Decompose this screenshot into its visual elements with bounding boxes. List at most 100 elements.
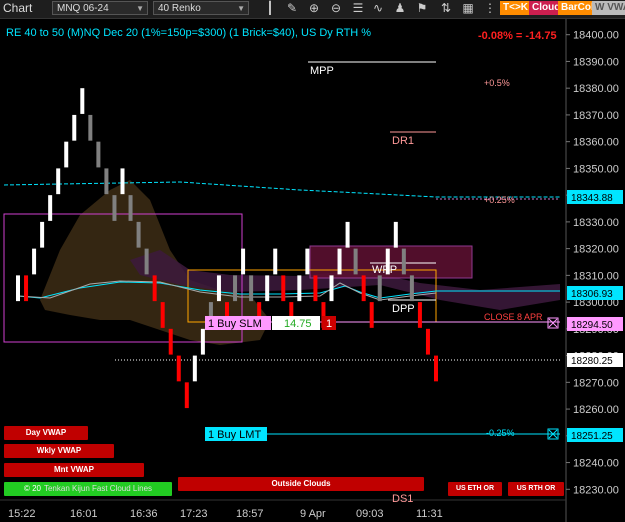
price-flag-last-white: 18280.25 [567,353,623,367]
renko-brick [273,248,278,275]
y-tick-label: 18310.00 [573,270,619,282]
x-tick-label: 16:36 [130,508,158,520]
renko-brick [401,248,406,275]
ds1-label: DS1 [392,493,413,505]
kijun-cloud-button[interactable]: © 20 Tenkan Kijun Fast Cloud Lines [4,482,172,496]
renko-brick [32,248,37,275]
svg-text:18294.50: 18294.50 [571,320,613,331]
y-tick-label: 18330.00 [573,217,619,229]
x-tick-label: 15:22 [8,508,36,520]
renko-brick [96,141,101,168]
renko-brick [305,248,310,275]
data-box-icon[interactable]: ▦ [460,1,476,16]
tk-button[interactable]: T<>K [500,1,532,15]
y-tick-label: 18320.00 [573,244,619,256]
outside-clouds-button[interactable]: Outside Clouds [178,477,424,491]
buy-slm-order[interactable]: 1 Buy SLM 14.75 1 [205,316,336,330]
renko-brick [144,248,149,275]
renko-brick [265,275,270,302]
svg-text:18343.88: 18343.88 [571,193,613,204]
bar-type-value: 40 Renko [158,3,201,14]
renko-brick [337,248,342,275]
buy-slm-qty: 1 [326,318,332,330]
renko-brick [128,195,133,221]
time-axis: 15:22 16:01 16:36 17:23 18:57 9 Apr 09:03 11:31 [0,499,566,520]
renko-brick [425,328,430,355]
zoom-in-icon[interactable]: ⊕ [306,1,322,16]
renko-brick [64,141,69,168]
renko-brick [216,275,221,302]
chevron-down-icon: ▼ [136,4,144,13]
x-tick-label: 18:57 [236,508,264,520]
chart-trader-icon[interactable]: ⇅ [438,1,454,16]
kijun-cloud-label: Tenkan Kijun Fast Cloud Lines [43,484,153,493]
copyright-text: © 20 [23,484,41,493]
renko-brick [409,275,414,302]
x-tick-label: 9 Apr [300,508,326,520]
us-rth-or-button[interactable]: US RTH OR [508,482,564,496]
chart-caption: RE 40 to 50 (M)NQ Dec 20 (1%=150p=$300) … [6,27,371,39]
pct-05-label: +0.5% [484,78,510,88]
barcol-button[interactable]: BarCol [558,1,597,15]
renko-brick [24,275,29,302]
renko-brick [241,248,246,275]
zoom-out-icon[interactable]: ⊖ [328,1,344,16]
menu-icon[interactable]: ⋮ [482,1,498,16]
y-tick-label: 18270.00 [573,377,619,389]
price-flag-close-pink: 18294.50 [567,317,623,331]
drawing-tool-icon[interactable]: ✎ [284,1,300,16]
y-tick-label: 18400.00 [573,30,619,42]
templates-icon[interactable]: ⚑ [414,1,430,16]
buy-lmt-order[interactable]: 1 Buy LMT [205,427,267,441]
w-vwap-button[interactable]: W VWA [592,1,625,15]
renko-brick [249,275,254,302]
svg-text:18280.25: 18280.25 [571,356,613,367]
y-tick-label: 18390.00 [573,56,619,68]
x-tick-label: 16:01 [70,508,98,520]
dr1-label: DR1 [392,135,414,147]
renko-brick [136,221,141,248]
indicators-icon[interactable]: ∿ [370,1,386,16]
bar-style-icon[interactable]: ┃ [262,1,278,16]
x-tick-label: 11:31 [416,508,443,520]
renko-brick [176,355,181,382]
bar-type-selector[interactable]: 40 Renko ▼ [153,1,249,15]
renko-brick [160,302,165,328]
renko-brick [88,114,93,141]
chart-toolbar: Chart MNQ 06-24 ▼ 40 Renko ▼ ┃ ✎ ⊕ ⊖ ☰ ∿… [0,0,625,19]
close-x-icon[interactable] [547,317,559,329]
renko-brick [417,302,422,328]
renko-brick [168,328,173,355]
x-tick-label: 09:03 [356,508,384,520]
renko-brick [48,195,53,221]
us-eth-or-button[interactable]: US ETH OR [448,482,502,496]
mnt-vwap-button[interactable]: Mnt VWAP [4,463,144,477]
renko-brick [393,221,398,248]
window-title: Chart [3,1,33,15]
buy-lmt-label: 1 Buy LMT [208,429,261,441]
day-vwap-button[interactable]: Day VWAP [4,426,88,440]
y-tick-label: 18360.00 [573,137,619,149]
svg-text:18251.25: 18251.25 [571,431,613,442]
renko-brick [281,275,286,302]
renko-brick [369,302,374,328]
close-label: CLOSE 8 APR [484,312,543,322]
renko-brick [184,382,189,409]
y-tick-label: 18380.00 [573,83,619,95]
y-tick-label: 18370.00 [573,110,619,122]
renko-brick [353,248,358,275]
properties-icon[interactable]: ☰ [350,1,366,16]
strategies-icon[interactable]: ♟ [392,1,408,16]
renko-brick [192,355,197,382]
renko-brick [345,221,350,248]
wpp-label: WPP [372,264,397,276]
instrument-selector[interactable]: MNQ 06-24 ▼ [52,1,148,15]
wkly-vwap-button[interactable]: Wkly VWAP [4,444,114,458]
pct-neg025-label: -0.25% [486,428,515,438]
mpp-label: MPP [310,65,334,77]
renko-brick [329,275,334,302]
chevron-down-icon: ▼ [237,4,245,13]
price-flag-mid-cyan: 18306.93 [567,286,623,300]
price-axis: 18400.00 18390.00 18380.00 18370.00 18360.00… [565,18,619,522]
renko-brick [233,275,238,302]
